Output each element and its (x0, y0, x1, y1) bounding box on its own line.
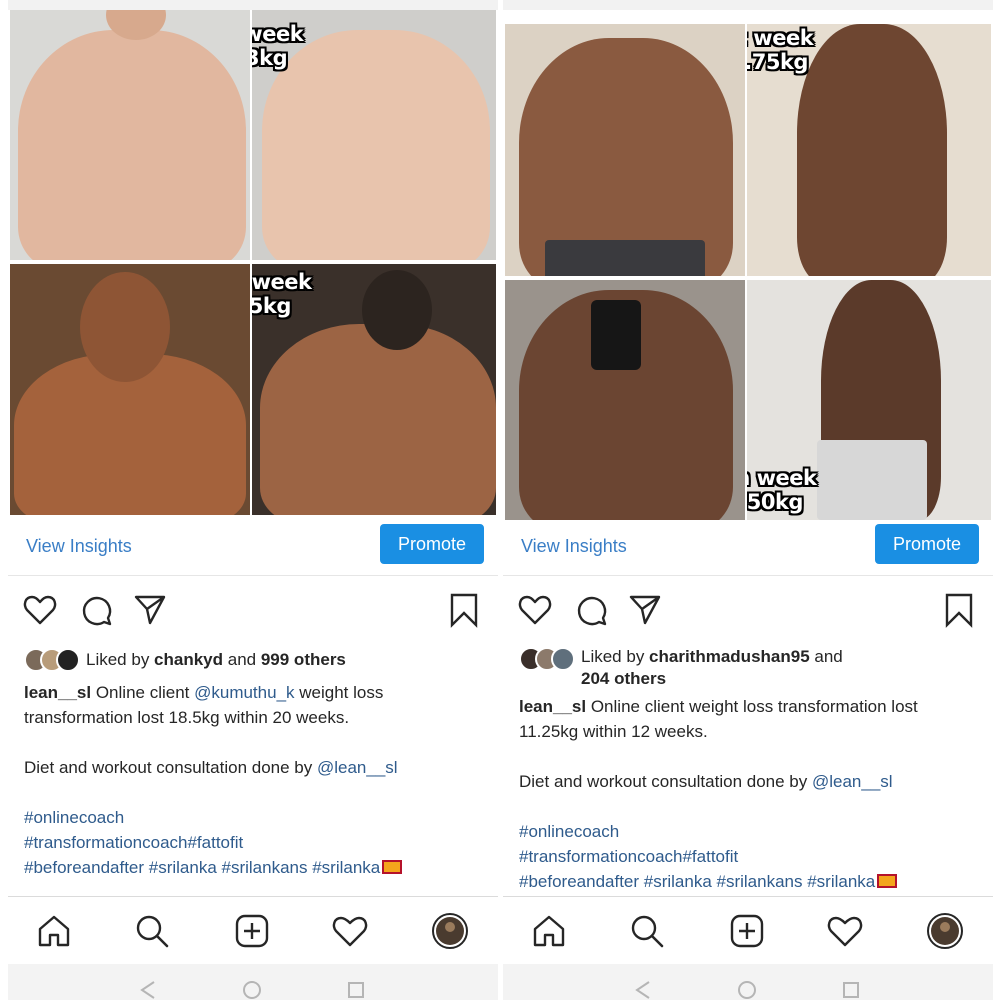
likes-prefix: Liked by (581, 647, 650, 666)
view-insights-link[interactable]: View Insights (521, 536, 627, 557)
photo-front-before (10, 10, 250, 260)
hashtag-link[interactable]: #beforeandafter #srilanka #srilankans #s… (519, 872, 875, 891)
head-shape (362, 270, 432, 350)
likes-count[interactable]: 999 others (261, 650, 346, 669)
mention-link[interactable]: @lean__sl (317, 758, 398, 777)
status-strip (8, 0, 498, 10)
promote-button[interactable]: Promote (380, 524, 484, 564)
status-strip (503, 0, 993, 10)
avatar (56, 648, 80, 672)
system-nav-bar (8, 964, 498, 1000)
home-icon[interactable] (34, 911, 74, 951)
shorts-shape (545, 240, 705, 276)
share-icon[interactable] (132, 592, 168, 628)
home-circle-icon[interactable] (242, 980, 262, 1000)
shorts-shape (817, 440, 927, 520)
photo-front-after (505, 280, 745, 520)
mention-link[interactable]: @lean__sl (812, 772, 893, 791)
photo-front-before (505, 24, 745, 276)
caption-text: Online client (91, 683, 195, 702)
likes-row: Liked by charithmadushan95 and 204 other… (519, 645, 979, 691)
photo-side-before: 1st week 76.75kg (747, 24, 991, 276)
recents-icon[interactable] (346, 980, 366, 1000)
back-icon[interactable] (633, 980, 653, 1000)
search-icon[interactable] (132, 911, 172, 951)
post-image[interactable]: 1st week 76.75kg 12th week 65.50kg (505, 10, 991, 520)
system-nav-bar (503, 964, 993, 1000)
post-caption: lean__sl Online client weight loss trans… (519, 694, 979, 894)
photo-back-after: 20th week 84.5kg (252, 264, 496, 515)
photo-caption: 1st week 103kg (252, 22, 304, 70)
back-icon[interactable] (138, 980, 158, 1000)
likes-middle: and (809, 647, 843, 666)
bookmark-icon[interactable] (446, 592, 482, 628)
photo-caption: 12th week 65.50kg (747, 466, 817, 514)
hashtag-link[interactable]: #onlinecoach (24, 808, 124, 827)
likes-text[interactable]: Liked by charithmadushan95 and 204 other… (581, 646, 971, 690)
insights-row: View Insights Promote (503, 520, 993, 576)
likes-count[interactable]: 204 others (581, 669, 666, 688)
post-actions (8, 592, 498, 630)
post-panel-right: 1st week 76.75kg 12th week 65.50kg View … (503, 0, 993, 1000)
likes-prefix: Liked by (86, 650, 155, 669)
likes-text[interactable]: Liked by chankyd and 999 others (86, 649, 346, 671)
add-post-icon[interactable] (727, 911, 767, 951)
activity-icon[interactable] (330, 911, 370, 951)
photo-back-before: 1st week 103kg (252, 10, 496, 260)
photo-caption: 1st week 76.75kg (747, 26, 814, 74)
mention-link[interactable]: @kumuthu_k (194, 683, 294, 702)
liker-username[interactable]: chankyd (154, 650, 223, 669)
caption-username[interactable]: lean__sl (519, 697, 586, 716)
post-actions (503, 592, 993, 630)
likes-middle: and (223, 650, 261, 669)
heart-icon[interactable] (22, 592, 58, 628)
promote-button[interactable]: Promote (875, 524, 979, 564)
insights-row: View Insights Promote (8, 520, 498, 576)
phone-shape (591, 300, 641, 370)
bottom-nav (503, 896, 993, 964)
photo-front-after (10, 264, 250, 515)
home-icon[interactable] (529, 911, 569, 951)
photo-caption: 20th week 84.5kg (252, 270, 312, 318)
view-insights-link[interactable]: View Insights (26, 536, 132, 557)
torso-shape (260, 324, 496, 515)
caption-text: Diet and workout consultation done by (519, 772, 812, 791)
bottom-nav (8, 896, 498, 964)
profile-avatar-icon[interactable] (925, 911, 965, 951)
post-image[interactable]: 1st week 103kg 20th week 84.5kg (10, 10, 496, 515)
hashtag-link[interactable]: #onlinecoach (519, 822, 619, 841)
home-circle-icon[interactable] (737, 980, 757, 1000)
sri-lanka-flag-icon (382, 860, 403, 874)
profile-avatar-icon[interactable] (430, 911, 470, 951)
search-icon[interactable] (627, 911, 667, 951)
head-shape (80, 272, 170, 382)
hashtag-link[interactable]: #transformationcoach#fattofit (24, 833, 243, 852)
photo-side-after: 12th week 65.50kg (747, 280, 991, 520)
avatar (551, 647, 575, 671)
torso-shape (18, 30, 246, 260)
post-caption: lean__sl Online client @kumuthu_k weight… (24, 680, 484, 880)
hashtag-link[interactable]: #beforeandafter #srilanka #srilankans #s… (24, 858, 380, 877)
activity-icon[interactable] (825, 911, 865, 951)
share-icon[interactable] (627, 592, 663, 628)
liker-username[interactable]: charithmadushan95 (649, 647, 810, 666)
sri-lanka-flag-icon (877, 874, 898, 888)
comment-icon[interactable] (78, 592, 114, 628)
recents-icon[interactable] (841, 980, 861, 1000)
bookmark-icon[interactable] (941, 592, 977, 628)
heart-icon[interactable] (517, 592, 553, 628)
hashtag-link[interactable]: #transformationcoach#fattofit (519, 847, 738, 866)
post-panel-left: 1st week 103kg 20th week 84.5kg View Ins… (8, 0, 498, 1000)
comment-icon[interactable] (573, 592, 609, 628)
caption-text: Diet and workout consultation done by (24, 758, 317, 777)
add-post-icon[interactable] (232, 911, 272, 951)
caption-username[interactable]: lean__sl (24, 683, 91, 702)
likes-row: Liked by chankyd and 999 others (24, 648, 484, 674)
